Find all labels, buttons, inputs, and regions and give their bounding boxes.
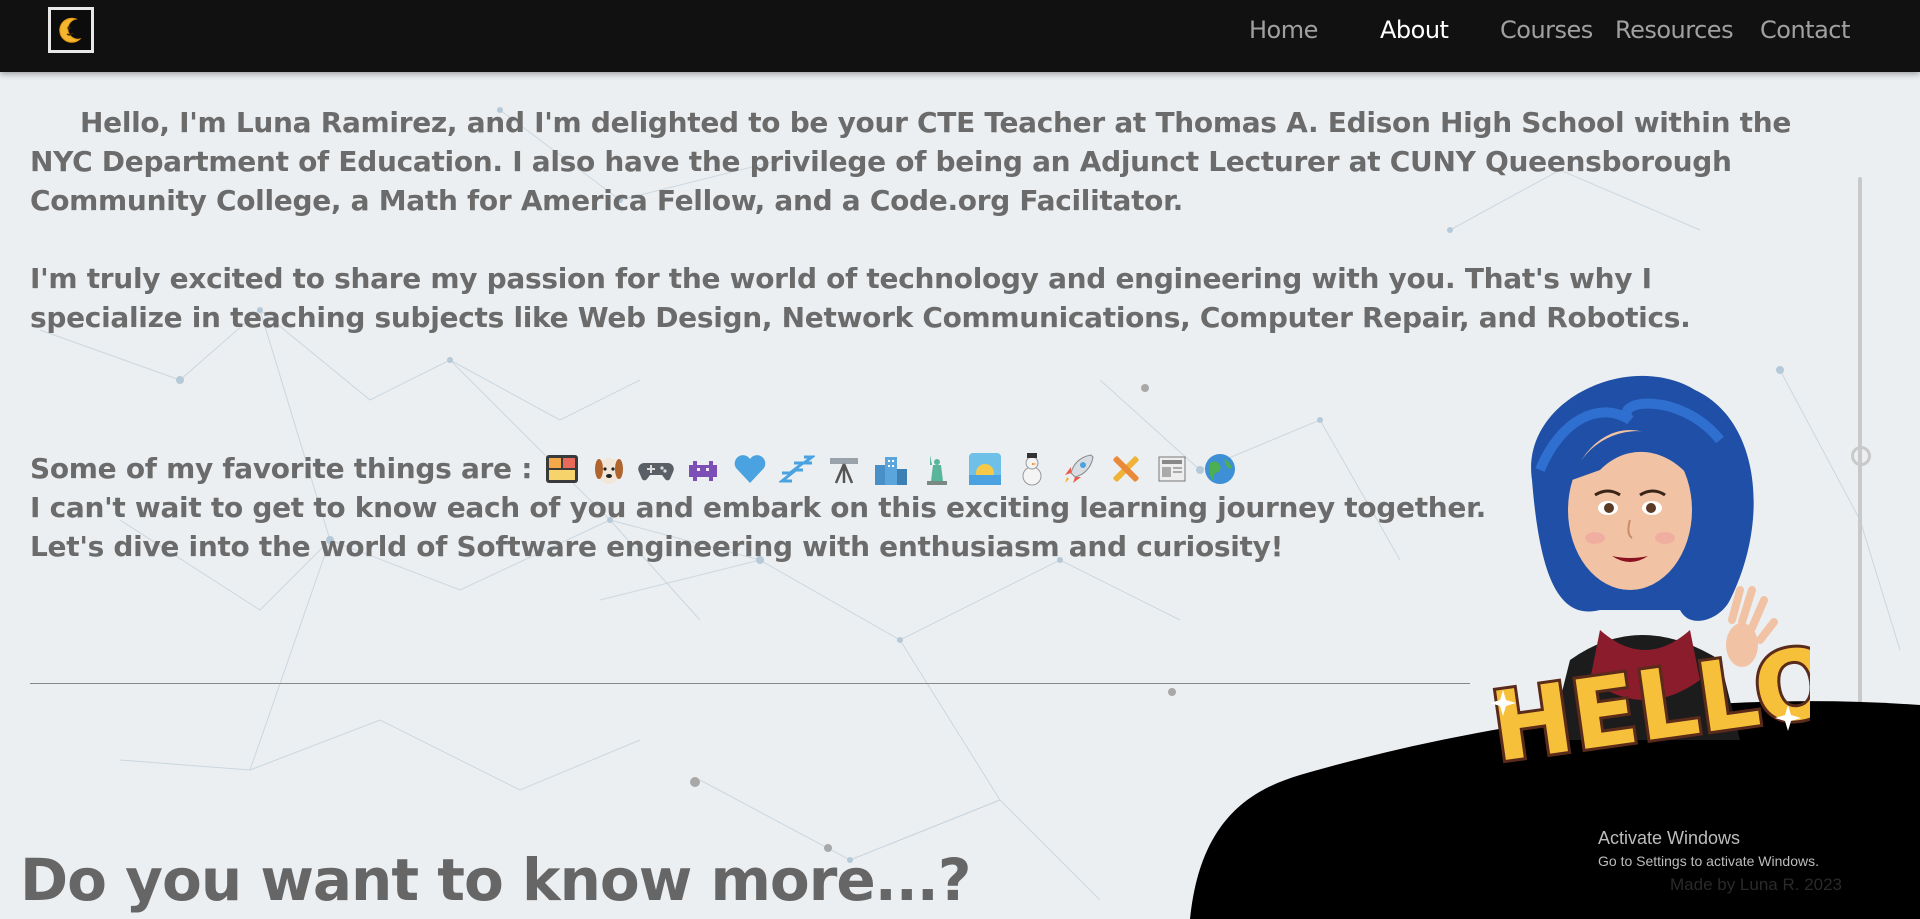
closing-paragraph: I can't wait to get to know each of you …	[30, 491, 1486, 563]
snowman-icon	[1022, 452, 1042, 485]
logo-icon[interactable]	[48, 7, 94, 53]
statue-of-liberty-icon	[927, 454, 948, 485]
favorites-row: Some of my favorite things are :	[30, 449, 1238, 488]
intro-paragraph: Hello, I'm Luna Ramirez, and I'm delight…	[30, 106, 1792, 217]
nav-link-about[interactable]: About	[1380, 16, 1449, 44]
favorites-label: Some of my favorite things are :	[30, 452, 533, 485]
windows-activation-title: Activate Windows	[1598, 828, 1741, 848]
bento-box-icon	[546, 454, 579, 483]
nav-link-contact[interactable]: Contact	[1760, 16, 1850, 44]
space-invader-icon	[689, 460, 718, 481]
sunrise-icon	[969, 452, 1002, 485]
newspaper-icon	[1158, 456, 1186, 481]
rocket-icon	[1065, 453, 1094, 483]
dog-icon	[595, 457, 624, 484]
section-divider	[30, 683, 1470, 684]
nav-link-home[interactable]: Home	[1249, 16, 1318, 44]
telescope-icon	[830, 457, 859, 483]
top-navbar: Home About Courses Resources Contact	[0, 0, 1920, 72]
nav-link-courses[interactable]: Courses	[1500, 16, 1593, 44]
city-buildings-icon	[875, 456, 908, 485]
windows-activation-subtitle: Go to Settings to activate Windows.	[1598, 853, 1819, 869]
bitmoji-avatar: HELLO	[1482, 375, 1810, 780]
game-controller-icon	[638, 462, 674, 480]
specialty-paragraph: I'm truly excited to share my passion fo…	[30, 262, 1691, 334]
favorites-list	[544, 451, 1238, 487]
section-heading: Do you want to know more...?	[20, 846, 971, 914]
footer-credit: Made by Luna R. 2023	[1670, 875, 1843, 894]
tools-icon	[1113, 455, 1139, 482]
vertical-slider-handle[interactable]	[1851, 446, 1871, 466]
blue-heart-icon	[734, 454, 766, 483]
nav-link-resources[interactable]: Resources	[1615, 16, 1734, 44]
globe-icon	[1205, 453, 1236, 484]
sleeping-zzz-icon	[779, 455, 816, 482]
